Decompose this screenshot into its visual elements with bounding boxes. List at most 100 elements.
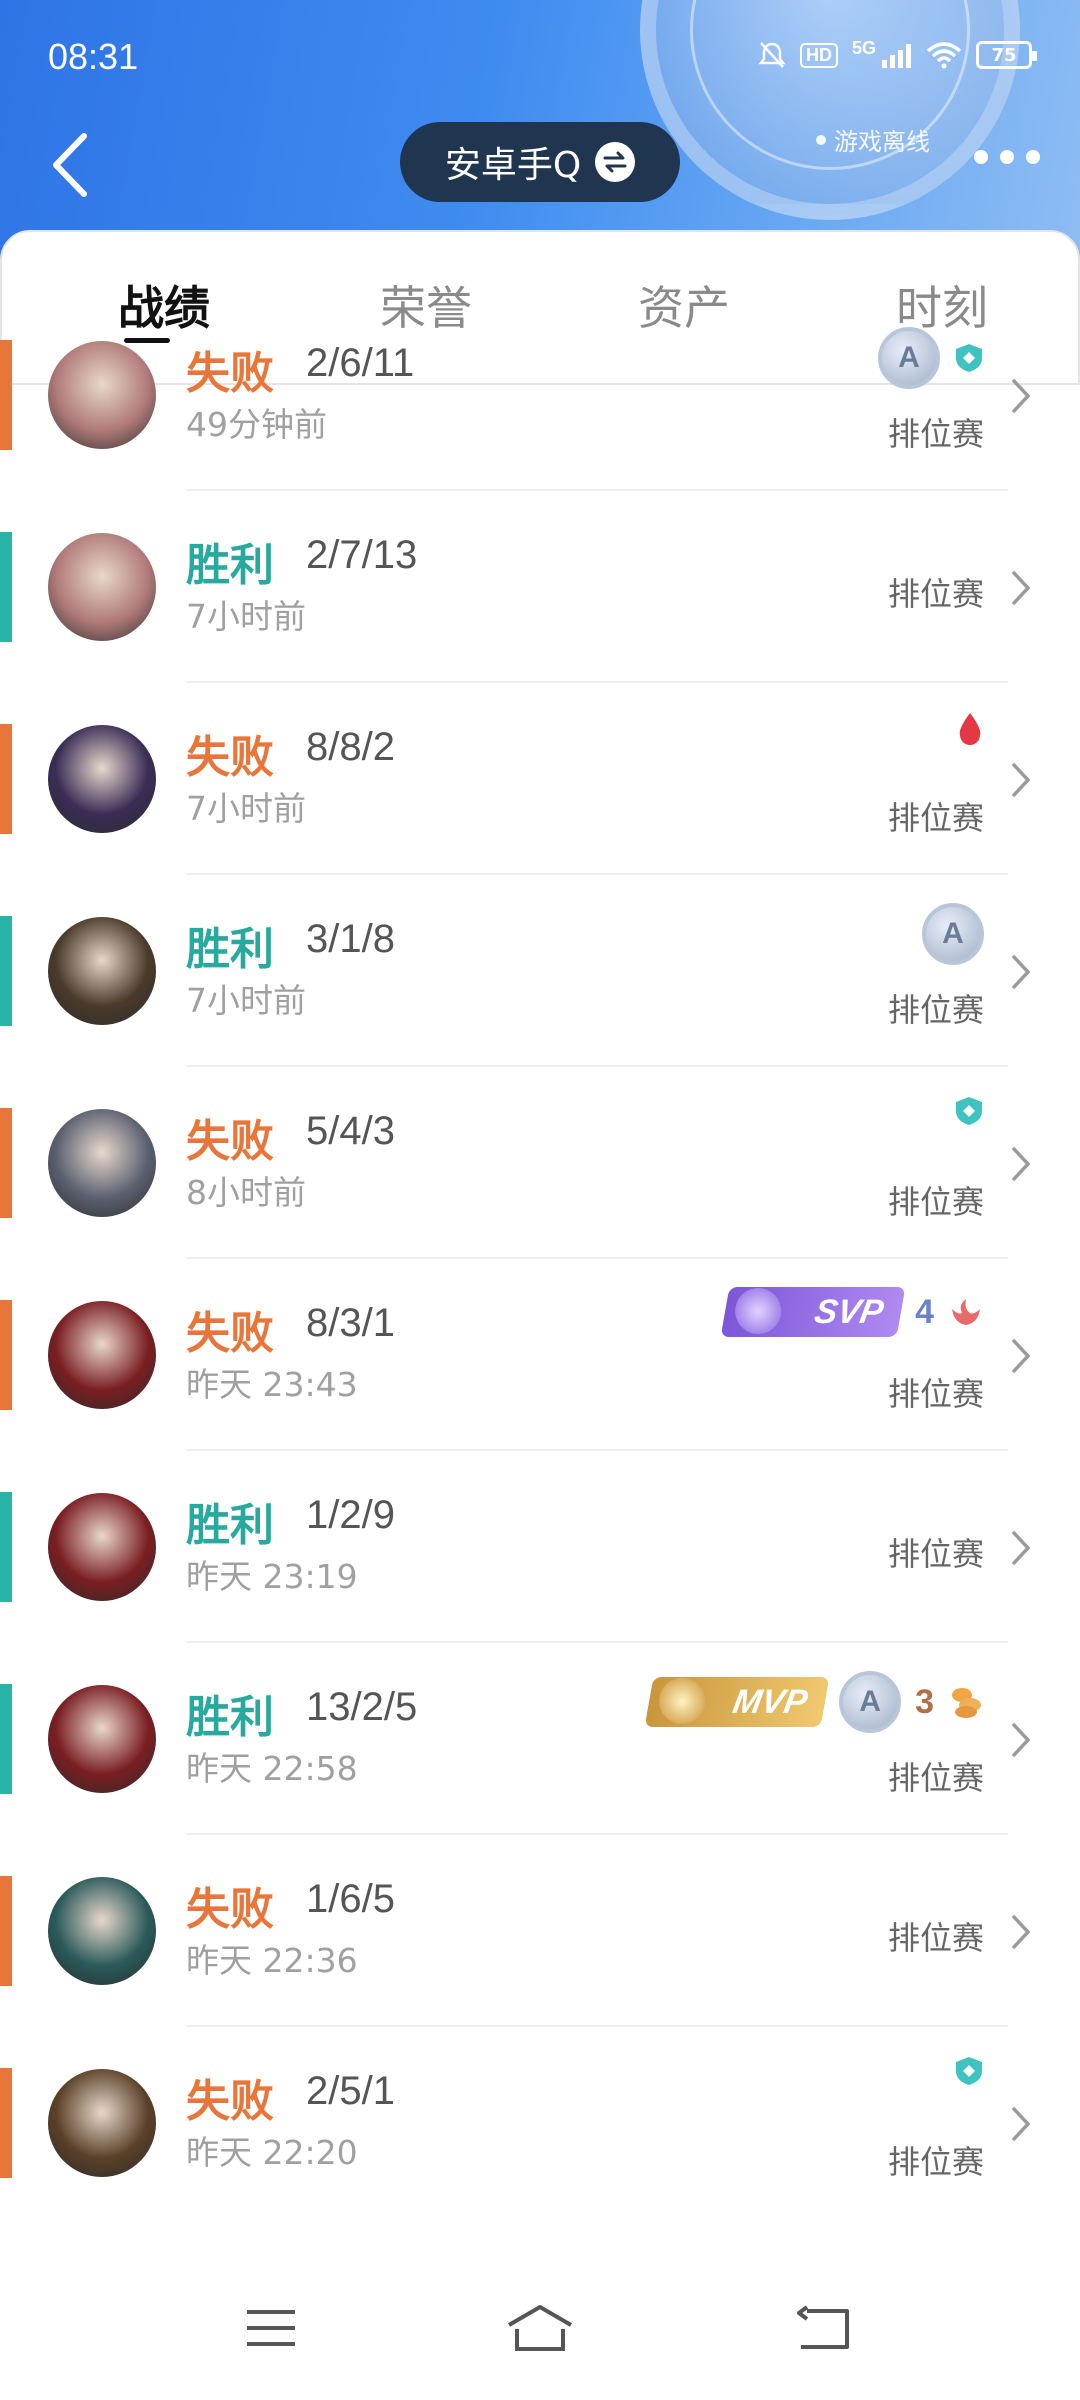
result-indicator-bar [0, 1492, 12, 1602]
result-indicator-bar [0, 1300, 12, 1410]
status-dot [816, 134, 826, 145]
shield-icon [954, 2055, 984, 2087]
achievement-badges [954, 1095, 984, 1127]
match-time: 昨天 23:43 [186, 1365, 358, 1404]
kda-score: 2/6/11 [306, 341, 415, 385]
match-time: 昨天 22:36 [186, 1941, 358, 1980]
result-indicator-bar [0, 1684, 12, 1794]
match-result: 失败 [186, 2076, 274, 2127]
a-rank-badge-icon: A [878, 327, 940, 389]
svp-medal-icon [735, 1288, 782, 1334]
dot [1000, 150, 1014, 164]
match-row[interactable]: 胜利 13/2/5 昨天 22:58 排位赛 MVP A 3 [0, 1643, 1080, 1835]
chevron-right-icon [1010, 1529, 1032, 1569]
more-dots-icon[interactable] [974, 150, 1040, 164]
dot [974, 150, 988, 164]
match-result: 失败 [186, 348, 274, 399]
back-icon[interactable] [788, 2298, 858, 2358]
hd-icon: HD [799, 42, 838, 68]
mvp-badge: MVP [644, 1677, 830, 1727]
match-row[interactable]: 失败 1/6/5 昨天 22:36 排位赛 [0, 1835, 1080, 2027]
match-time: 7小时前 [186, 789, 306, 828]
achievement-badges [956, 711, 984, 747]
kda-score: 2/7/13 [306, 533, 418, 577]
blood-drop-icon [956, 711, 984, 747]
chevron-right-icon [1010, 377, 1032, 417]
match-result: 胜利 [186, 1692, 274, 1743]
network-label: 5G [851, 37, 876, 58]
chevron-right-icon [1010, 2105, 1032, 2145]
hero-avatar [48, 1493, 156, 1601]
match-row[interactable]: 胜利 3/1/8 7小时前 排位赛 A [0, 875, 1080, 1067]
hero-avatar [48, 725, 156, 833]
svp-badge: SVP [720, 1287, 906, 1337]
kda-score: 13/2/5 [306, 1685, 418, 1729]
multi-kill-number: 3 [915, 1682, 934, 1721]
kda-score: 8/8/2 [306, 725, 395, 769]
match-row[interactable]: 失败 2/6/11 49分钟前 排位赛 A [0, 299, 1080, 491]
match-result: 失败 [186, 732, 274, 783]
hero-avatar [48, 341, 156, 449]
achievement-badges [954, 2055, 984, 2087]
a-rank-badge-icon: A [839, 1671, 902, 1733]
shield-icon [954, 342, 984, 374]
match-time: 49分钟前 [186, 405, 327, 444]
hero-avatar [48, 1877, 156, 1985]
svp-label: SVP [811, 1292, 887, 1331]
chevron-right-icon [1010, 1913, 1032, 1953]
status-icons: HD 5G 75 [758, 37, 1037, 70]
chevron-right-icon [1010, 1337, 1032, 1377]
game-mode: 排位赛 [887, 575, 984, 613]
match-result: 失败 [186, 1884, 274, 1935]
game-mode: 排位赛 [887, 1375, 984, 1413]
multi-kill-number: 4 [915, 1292, 934, 1331]
kda-score: 1/2/9 [306, 1493, 395, 1537]
match-time: 昨天 22:58 [186, 1749, 358, 1788]
match-row[interactable]: 失败 5/4/3 8小时前 排位赛 [0, 1067, 1080, 1259]
mvp-label: MVP [730, 1682, 811, 1721]
account-switch-button[interactable]: 安卓手Q [400, 122, 680, 202]
a-rank-badge-icon: A [922, 903, 984, 965]
chevron-right-icon [1010, 761, 1032, 801]
kda-score: 3/1/8 [306, 917, 395, 961]
coins-icon [948, 1685, 984, 1719]
match-row[interactable]: 失败 2/5/1 昨天 22:20 排位赛 [0, 2027, 1080, 2219]
chevron-right-icon [1010, 569, 1032, 609]
swap-icon [595, 142, 636, 182]
match-row[interactable]: 失败 8/8/2 7小时前 排位赛 [0, 683, 1080, 875]
hero-avatar [48, 2069, 156, 2177]
result-indicator-bar [0, 340, 12, 450]
hero-avatar [48, 1685, 156, 1793]
result-indicator-bar [0, 1108, 12, 1218]
hero-avatar [48, 917, 156, 1025]
result-indicator-bar [0, 724, 12, 834]
home-icon[interactable] [505, 2298, 575, 2358]
back-button[interactable] [40, 125, 100, 205]
match-time: 7小时前 [186, 981, 306, 1020]
match-row[interactable]: 胜利 1/2/9 昨天 23:19 排位赛 [0, 1451, 1080, 1643]
game-mode: 排位赛 [887, 1759, 984, 1797]
game-mode: 排位赛 [887, 2143, 984, 2181]
achievement-badges: A [922, 903, 984, 965]
hero-avatar [48, 533, 156, 641]
game-mode: 排位赛 [887, 799, 984, 837]
result-indicator-bar [0, 916, 12, 1026]
achievement-badges: SVP 4 [720, 1287, 984, 1337]
game-mode: 排位赛 [887, 415, 984, 453]
kda-score: 2/5/1 [306, 2069, 395, 2113]
chevron-right-icon [1010, 1145, 1032, 1185]
battery-icon: 75 [976, 41, 1037, 69]
shield-icon [954, 1095, 984, 1127]
offline-label: 游戏离线 [834, 128, 930, 156]
chevron-right-icon [1010, 953, 1032, 993]
match-row[interactable]: 胜利 2/7/13 7小时前 排位赛 [0, 491, 1080, 683]
game-status: 游戏离线 [816, 122, 930, 157]
match-time: 昨天 22:20 [186, 2133, 358, 2172]
status-time: 08:31 [48, 36, 139, 77]
menu-icon[interactable] [236, 2298, 306, 2358]
achievement-badges: A [878, 327, 984, 389]
chevron-right-icon [1010, 1721, 1032, 1761]
mvp-medal-icon [659, 1678, 706, 1724]
wifi-icon [926, 42, 962, 69]
match-row[interactable]: 失败 8/3/1 昨天 23:43 排位赛 SVP 4 [0, 1259, 1080, 1451]
